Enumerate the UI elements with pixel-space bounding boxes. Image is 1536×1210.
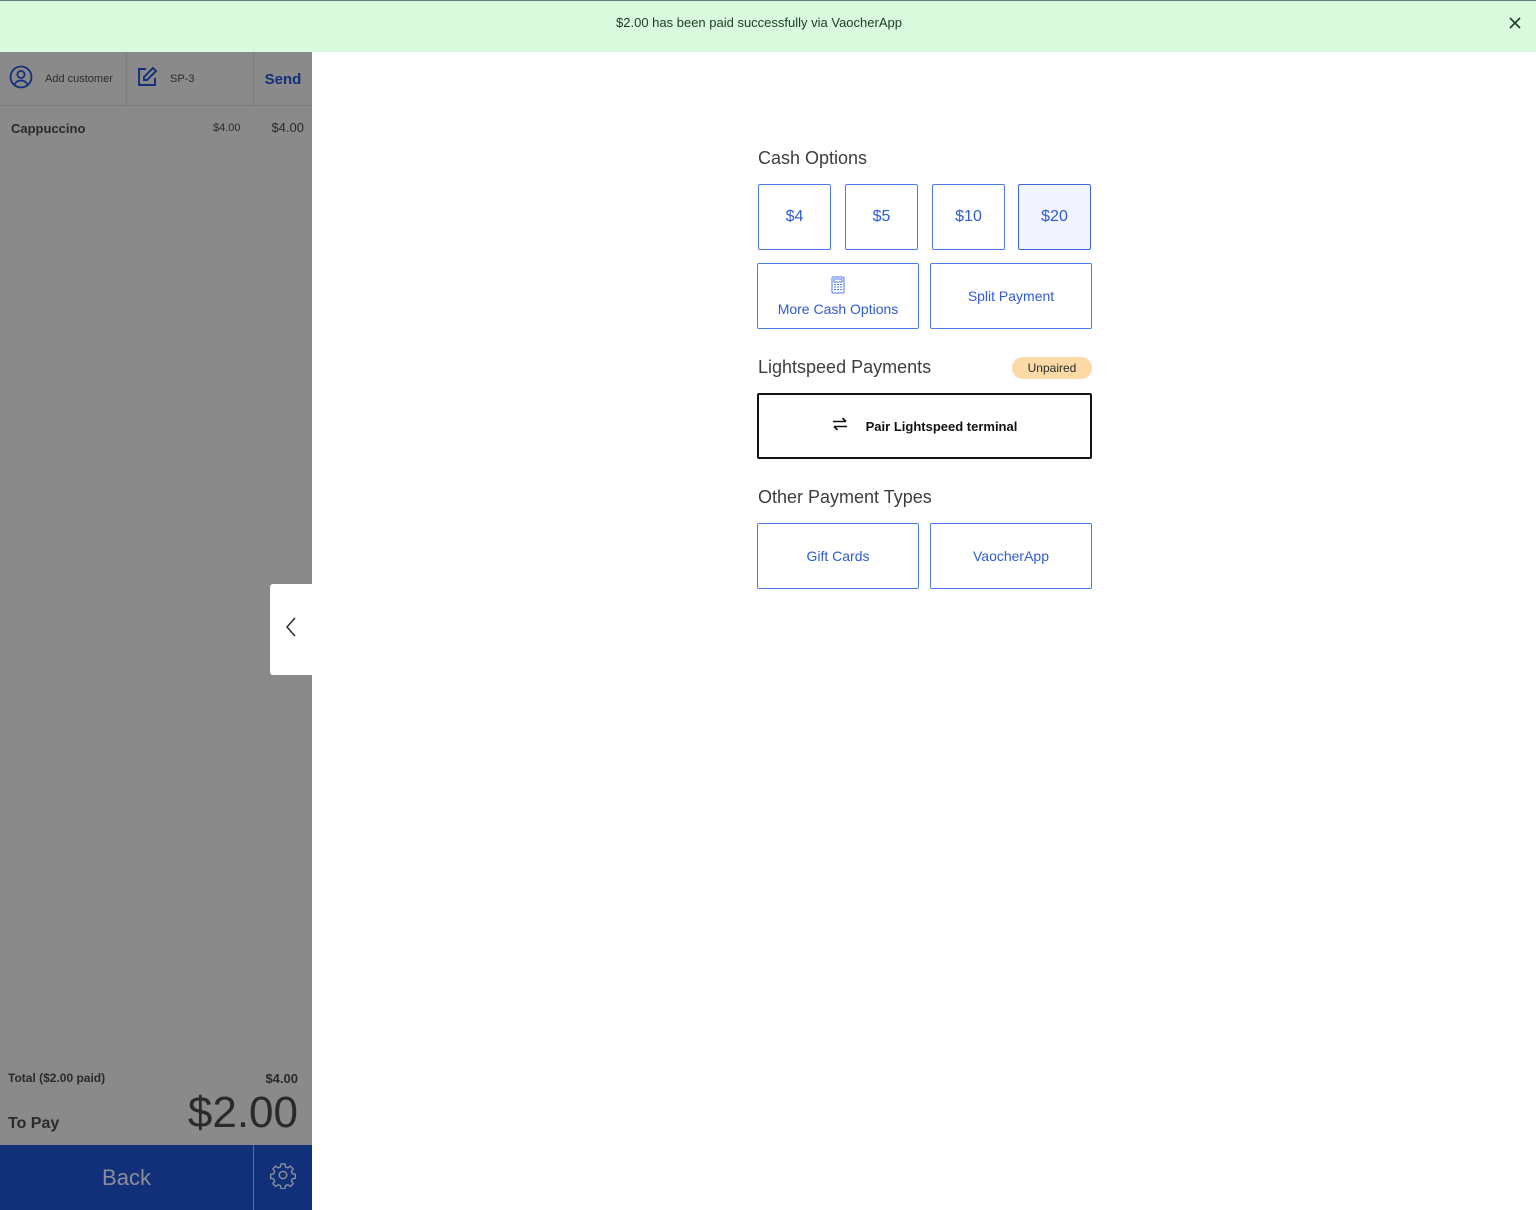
gift-cards-button[interactable]: Gift Cards (757, 523, 919, 589)
calculator-icon (831, 276, 845, 297)
other-payment-types-title: Other Payment Types (758, 487, 932, 507)
swap-arrows-icon (832, 416, 848, 436)
pair-terminal-label: Pair Lightspeed terminal (865, 418, 1018, 434)
success-toast: $2.00 has been paid successfully via Vao… (0, 0, 1536, 52)
settings-button[interactable] (254, 1145, 312, 1210)
gear-icon (269, 1161, 297, 1194)
line-item-total: $4.00 (271, 120, 304, 135)
back-button[interactable]: Back (0, 1145, 254, 1210)
edit-icon (136, 66, 158, 93)
cash-amount-button[interactable]: $4 (758, 184, 831, 250)
cash-options-title: Cash Options (758, 148, 868, 168)
status-badge: Unpaired (1012, 357, 1092, 379)
lightspeed-payments-title: Lightspeed Payments (758, 357, 932, 377)
close-icon[interactable] (1508, 16, 1522, 30)
send-label: Send (264, 70, 302, 88)
send-button[interactable]: Send (254, 52, 312, 106)
collapse-sidebar-button[interactable] (270, 584, 312, 675)
order-sidebar: Add customer SP-3 Send Cappuccino $4.00 … (0, 52, 312, 1210)
add-customer-label: Add customer (45, 73, 113, 85)
split-payment-button[interactable]: Split Payment (930, 263, 1092, 329)
toast-message: $2.00 has been paid successfully via Vao… (616, 15, 902, 30)
vaocherapp-button[interactable]: VaocherApp (930, 523, 1092, 589)
cash-amount-button[interactable]: $5 (845, 184, 918, 250)
line-item[interactable]: Cappuccino $4.00 $4.00 (0, 106, 312, 150)
pair-terminal-button[interactable]: Pair Lightspeed terminal (757, 393, 1092, 459)
total-value: $4.00 (265, 1071, 298, 1086)
user-circle-icon (9, 65, 33, 94)
line-item-unit-price: $4.00 (213, 122, 241, 134)
more-cash-options-label: More Cash Options (777, 300, 899, 317)
order-note-button[interactable]: SP-3 (127, 52, 254, 106)
to-pay-amount: $2.00 (187, 1088, 298, 1137)
more-cash-options-button[interactable]: More Cash Options (757, 263, 919, 329)
to-pay-label: To Pay (8, 1115, 60, 1132)
sidebar-footer: Back (0, 1145, 312, 1210)
line-item-name: Cappuccino (11, 121, 86, 136)
add-customer-button[interactable]: Add customer (0, 52, 127, 106)
total-label: Total ($2.00 paid) (8, 1071, 106, 1085)
cash-amount-button-selected[interactable]: $20 (1018, 184, 1091, 250)
order-reference: SP-3 (170, 73, 195, 85)
cash-amount-button[interactable]: $10 (932, 184, 1005, 250)
sidebar-header: Add customer SP-3 Send (0, 52, 312, 106)
chevron-left-icon (284, 616, 298, 643)
